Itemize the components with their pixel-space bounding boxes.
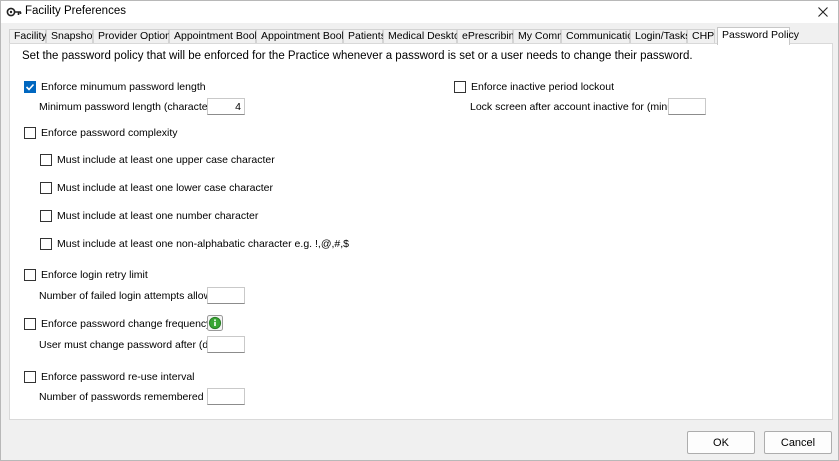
retry-field-label: Number of failed login attempts allowed — [39, 290, 223, 302]
checkbox-box[interactable] — [24, 269, 36, 281]
rule-lower-case-checkbox[interactable]: Must include at least one lower case cha… — [40, 182, 273, 194]
password-policy-panel: Set the password policy that will be enf… — [9, 43, 833, 420]
checkmark-icon — [25, 83, 35, 91]
tab-communications[interactable]: Communications — [561, 29, 644, 44]
checkbox-label: Enforce login retry limit — [41, 269, 148, 281]
rule-non-alphabetic-checkbox[interactable]: Must include at least one non-alphabatic… — [40, 238, 349, 250]
checkbox-box[interactable] — [24, 81, 36, 93]
passwords-remembered-input[interactable] — [207, 388, 245, 405]
enforce-change-frequency-checkbox[interactable]: Enforce password change frequency — [24, 318, 211, 330]
ok-button[interactable]: OK — [687, 431, 755, 454]
min-length-input[interactable] — [207, 98, 245, 115]
checkbox-label: Must include at least one upper case cha… — [57, 154, 275, 166]
enforce-inactive-lockout-checkbox[interactable]: Enforce inactive period lockout — [454, 81, 614, 93]
reuse-field-label: Number of passwords remembered — [39, 391, 204, 403]
checkbox-label: Enforce password re-use interval — [41, 371, 195, 383]
tab-provider-options[interactable]: Provider Options — [93, 29, 176, 44]
checkbox-label: Enforce minumum password length — [41, 81, 206, 93]
checkbox-box[interactable] — [40, 210, 52, 222]
checkbox-box[interactable] — [454, 81, 466, 93]
tab-medical-desktop[interactable]: Medical Desktop — [383, 29, 466, 44]
checkbox-box[interactable] — [40, 238, 52, 250]
key-icon — [6, 7, 22, 17]
rule-upper-case-checkbox[interactable]: Must include at least one upper case cha… — [40, 154, 275, 166]
enforce-complexity-checkbox[interactable]: Enforce password complexity — [24, 127, 178, 139]
retry-attempts-input[interactable] — [207, 287, 245, 304]
checkbox-label: Must include at least one non-alphabatic… — [57, 238, 349, 250]
tab-patients[interactable]: Patients — [343, 29, 386, 44]
tab-chp[interactable]: CHP — [687, 29, 715, 44]
tab-facility[interactable]: Facility — [9, 29, 47, 44]
facility-preferences-window: Facility Preferences Facility Snapshot P… — [0, 0, 839, 461]
change-frequency-input[interactable] — [207, 336, 245, 353]
tab-snapshot[interactable]: Snapshot — [46, 29, 95, 44]
tab-appointment-book-1[interactable]: Appointment Book 1 — [169, 29, 269, 44]
tab-eprescribing[interactable]: ePrescribing — [457, 29, 520, 44]
checkbox-label: Must include at least one number charact… — [57, 210, 259, 222]
info-icon[interactable] — [207, 315, 223, 331]
enforce-reuse-interval-checkbox[interactable]: Enforce password re-use interval — [24, 371, 195, 383]
lockout-minutes-input[interactable] — [668, 98, 706, 115]
title-bar: Facility Preferences — [1, 1, 838, 23]
rule-number-checkbox[interactable]: Must include at least one number charact… — [40, 210, 258, 222]
tab-login-tasks[interactable]: Login/Tasks — [630, 29, 690, 44]
min-length-field-label: Minimum password length (characters) — [39, 101, 220, 113]
close-button[interactable] — [808, 1, 838, 23]
checkbox-box[interactable] — [24, 127, 36, 139]
checkbox-label: Enforce password complexity — [41, 127, 178, 139]
checkbox-label: Enforce password change frequency — [41, 318, 212, 330]
close-icon — [818, 7, 828, 17]
checkbox-box[interactable] — [40, 182, 52, 194]
change-frequency-field-label: User must change password after (days) — [39, 339, 229, 351]
window-title: Facility Preferences — [25, 5, 126, 17]
tab-appointment-book-2[interactable]: Appointment Book 2 — [256, 29, 356, 44]
checkbox-box[interactable] — [40, 154, 52, 166]
checkbox-label: Must include at least one lower case cha… — [57, 182, 273, 194]
tab-my-comms[interactable]: My Comms — [513, 29, 571, 44]
checkbox-label: Enforce inactive period lockout — [471, 81, 614, 93]
intro-text: Set the password policy that will be enf… — [22, 50, 693, 62]
cancel-button[interactable]: Cancel — [764, 431, 832, 454]
tab-password-policy[interactable]: Password Policy — [717, 27, 799, 45]
checkbox-box[interactable] — [24, 371, 36, 383]
enforce-min-length-checkbox[interactable]: Enforce minumum password length — [24, 81, 206, 93]
lockout-field-label: Lock screen after account inactive for (… — [470, 101, 691, 113]
checkbox-box[interactable] — [24, 318, 36, 330]
enforce-retry-limit-checkbox[interactable]: Enforce login retry limit — [24, 269, 148, 281]
